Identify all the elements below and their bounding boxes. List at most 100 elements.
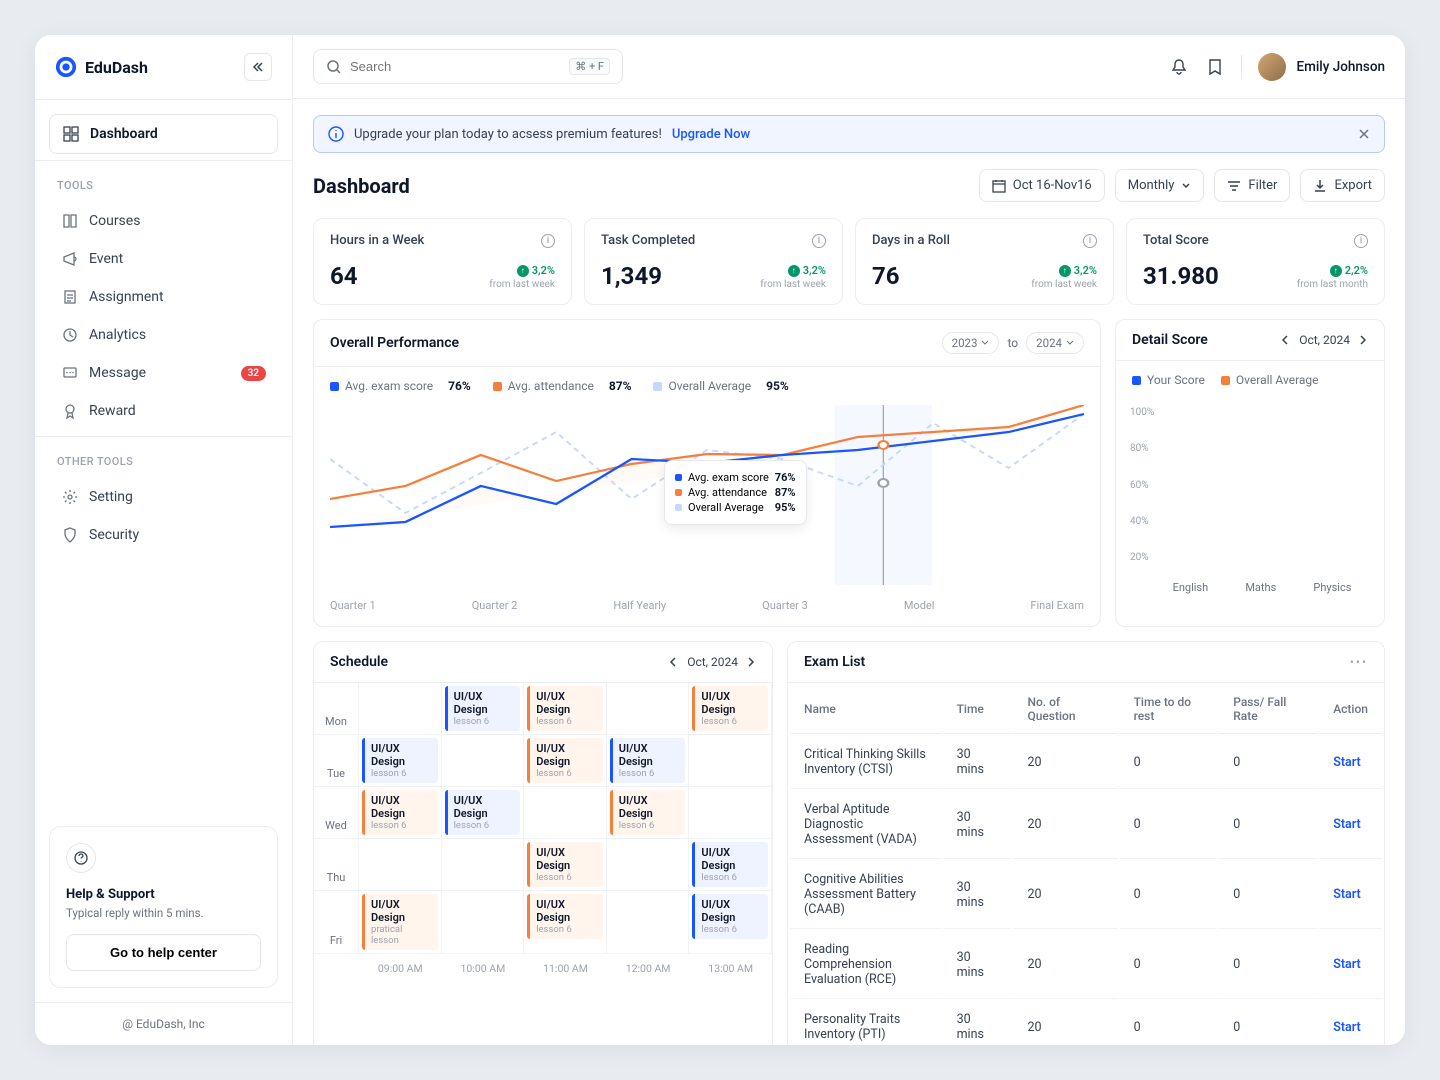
- arrow-up-icon: ↑: [517, 265, 529, 277]
- stat-card: Task Completedi1,349↑3,2%from last week: [584, 218, 843, 305]
- chevron-right-icon[interactable]: [1358, 335, 1368, 345]
- table-row: Critical Thinking Skills Inventory (CTSI…: [790, 736, 1382, 789]
- export-button[interactable]: Export: [1300, 169, 1385, 202]
- gear-icon: [61, 488, 79, 506]
- schedule-event[interactable]: UI/UX Designlesson 6: [362, 790, 438, 835]
- schedule-event[interactable]: UI/UX Designlesson 6: [610, 790, 686, 835]
- chevron-left-icon[interactable]: [669, 657, 679, 667]
- nav-label: Courses: [89, 213, 140, 229]
- upgrade-link[interactable]: Upgrade Now: [672, 127, 750, 142]
- shield-icon: [61, 526, 79, 544]
- info-icon[interactable]: i: [1083, 234, 1097, 248]
- date-range-selector[interactable]: Oct 16-Nov16: [979, 169, 1105, 202]
- nav-label: Event: [89, 251, 123, 267]
- performance-card: Overall Performance 2023 to 2024 Avg. ex…: [313, 319, 1101, 627]
- nav-assignment[interactable]: Assignment: [49, 278, 278, 316]
- schedule-event[interactable]: UI/UX Designlesson 6: [692, 842, 768, 887]
- user-menu[interactable]: Emily Johnson: [1258, 53, 1385, 81]
- upgrade-banner: Upgrade your plan today to acsess premiu…: [313, 115, 1385, 153]
- card-title: Exam List: [804, 654, 865, 670]
- logo-icon: [55, 56, 77, 78]
- nav-section-other: OTHER TOOLS: [49, 451, 278, 478]
- nav-event[interactable]: Event: [49, 240, 278, 278]
- award-icon: [61, 402, 79, 420]
- nav-courses[interactable]: Courses: [49, 202, 278, 240]
- nav-label: Reward: [89, 403, 136, 419]
- schedule-event[interactable]: UI/UX Designpratical lesson: [362, 894, 438, 950]
- help-center-button[interactable]: Go to help center: [66, 934, 261, 971]
- chevron-left-icon[interactable]: [1281, 335, 1291, 345]
- schedule-event[interactable]: UI/UX Designlesson 6: [527, 686, 603, 731]
- stat-card: Total Scorei31.980↑2,2%from last month: [1126, 218, 1385, 305]
- schedule-event[interactable]: UI/UX Designlesson 6: [527, 738, 603, 783]
- nav-dashboard[interactable]: Dashboard: [49, 114, 278, 154]
- schedule-card: Schedule Oct, 2024 Mon UI/UX Designlesso…: [313, 641, 773, 1045]
- schedule-event[interactable]: UI/UX Designlesson 6: [445, 686, 521, 731]
- schedule-grid: Mon UI/UX Designlesson 6UI/UX Designless…: [314, 683, 772, 954]
- schedule-event[interactable]: UI/UX Designlesson 6: [692, 894, 768, 939]
- schedule-event[interactable]: UI/UX Designlesson 6: [527, 842, 603, 887]
- more-button[interactable]: •••: [1350, 655, 1368, 669]
- start-link[interactable]: Start: [1333, 887, 1361, 902]
- nav-analytics[interactable]: Analytics: [49, 316, 278, 354]
- schedule-event[interactable]: UI/UX Designlesson 6: [362, 738, 438, 783]
- chevron-down-icon: [1066, 339, 1074, 347]
- start-link[interactable]: Start: [1333, 755, 1361, 770]
- arrow-up-icon: ↑: [1059, 265, 1071, 277]
- book-icon: [61, 212, 79, 230]
- nav-label: Message: [89, 365, 146, 381]
- message-badge: 32: [241, 366, 266, 381]
- nav-label: Analytics: [89, 327, 146, 343]
- chart-tooltip: Avg. exam score76% Avg. attendance87% Ov…: [664, 460, 807, 525]
- card-title: Overall Performance: [330, 335, 459, 351]
- info-icon[interactable]: i: [812, 234, 826, 248]
- year-from-selector[interactable]: 2023: [942, 332, 1000, 354]
- banner-text: Upgrade your plan today to acsess premiu…: [354, 127, 662, 142]
- info-icon[interactable]: i: [1354, 234, 1368, 248]
- start-link[interactable]: Start: [1333, 1020, 1361, 1035]
- stat-card: Hours in a Weeki64↑3,2%from last week: [313, 218, 572, 305]
- notifications-button[interactable]: [1169, 57, 1189, 77]
- year-to-selector[interactable]: 2024: [1026, 332, 1084, 354]
- calendar-icon: [992, 179, 1006, 193]
- nav-setting[interactable]: Setting: [49, 478, 278, 516]
- stat-card: Days in a Rolli76↑3,2%from last week: [855, 218, 1114, 305]
- start-link[interactable]: Start: [1333, 817, 1361, 832]
- search-box[interactable]: ⌘ + F: [313, 49, 623, 84]
- chevron-right-icon[interactable]: [746, 657, 756, 667]
- info-icon[interactable]: i: [541, 234, 555, 248]
- message-icon: [61, 364, 79, 382]
- sidebar: EduDash Dashboard TOOLS Courses Event As…: [35, 35, 293, 1045]
- table-row: Reading Comprehension Evaluation (RCE)30…: [790, 931, 1382, 999]
- chevron-left-double-icon: [252, 61, 264, 73]
- nav-section-tools: TOOLS: [49, 175, 278, 202]
- table-row: Verbal Aptitude Diagnostic Assessment (V…: [790, 791, 1382, 859]
- help-card: Help & Support Typical reply within 5 mi…: [49, 826, 278, 988]
- nav-label: Setting: [89, 489, 133, 505]
- clock-icon: [61, 326, 79, 344]
- chevron-down-icon: [981, 339, 989, 347]
- nav-reward[interactable]: Reward: [49, 392, 278, 430]
- card-title: Schedule: [330, 654, 388, 670]
- nav-label: Assignment: [89, 289, 164, 305]
- schedule-event[interactable]: UI/UX Designlesson 6: [610, 738, 686, 783]
- stats-row: Hours in a Weeki64↑3,2%from last week Ta…: [313, 218, 1385, 305]
- schedule-event[interactable]: UI/UX Designlesson 6: [527, 894, 603, 939]
- performance-chart: Avg. exam score76% Avg. attendance87% Ov…: [314, 405, 1100, 593]
- filter-button[interactable]: Filter: [1214, 169, 1290, 202]
- schedule-event[interactable]: UI/UX Designlesson 6: [692, 686, 768, 731]
- nav-message[interactable]: Message 32: [49, 354, 278, 392]
- schedule-event[interactable]: UI/UX Designlesson 6: [445, 790, 521, 835]
- sidebar-collapse-button[interactable]: [244, 53, 272, 81]
- bookmark-button[interactable]: [1205, 57, 1225, 77]
- banner-close-button[interactable]: [1358, 128, 1370, 140]
- nav-label: Dashboard: [90, 126, 158, 142]
- logo: EduDash: [55, 56, 148, 78]
- search-input[interactable]: [350, 59, 561, 74]
- interval-selector[interactable]: Monthly: [1115, 169, 1205, 202]
- card-title: Detail Score: [1132, 332, 1208, 348]
- nav-security[interactable]: Security: [49, 516, 278, 554]
- detail-chart: 100%80%60%40%20%: [1116, 399, 1384, 573]
- start-link[interactable]: Start: [1333, 957, 1361, 972]
- chart-legend: Your Score Overall Average: [1116, 361, 1384, 399]
